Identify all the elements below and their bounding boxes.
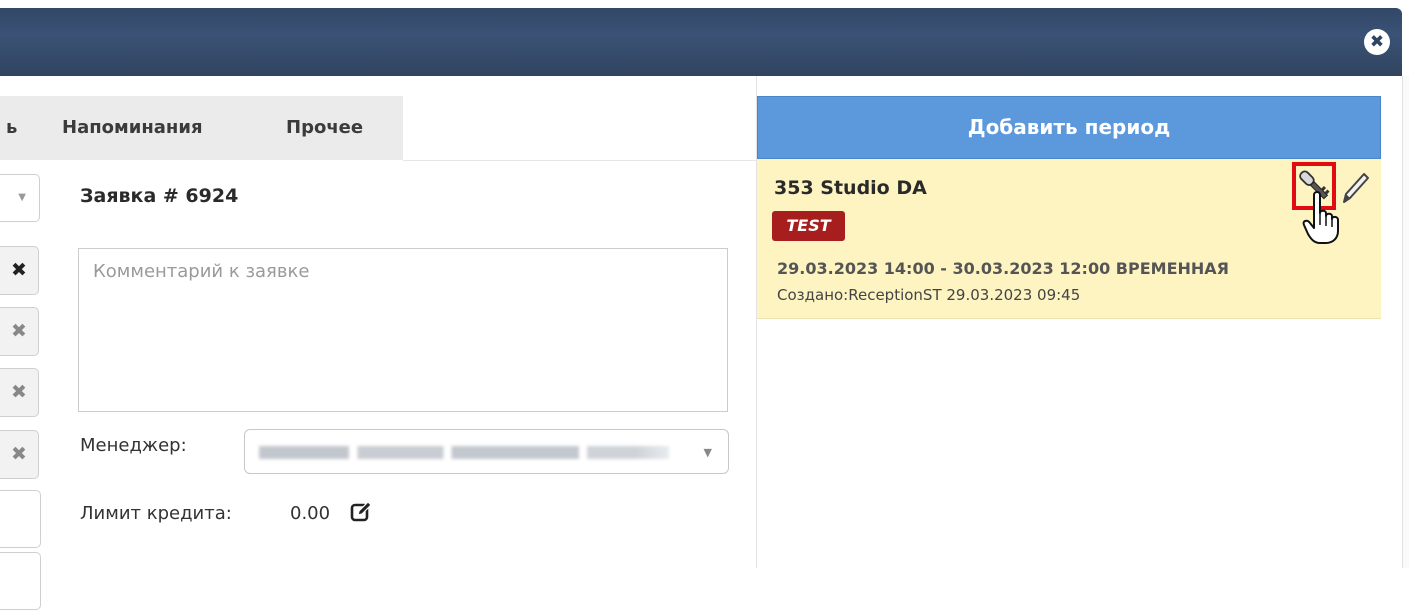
request-panel: ь Напоминания Прочее ▼ ✖ ✖ ✖ ✖ Заявка # … — [0, 76, 757, 610]
tab-divider — [403, 160, 756, 161]
remove-button[interactable]: ✖ — [0, 307, 39, 356]
add-period-button[interactable]: Добавить период — [757, 96, 1381, 159]
credit-limit-value: 0.00 — [290, 503, 331, 524]
period-card[interactable]: 353 Studio DA TEST 29.03.2023 14:00 - 30… — [757, 159, 1381, 319]
period-room-name: 353 Studio DA — [774, 177, 927, 199]
manager-select[interactable]: ▼ — [244, 429, 729, 474]
remove-button[interactable]: ✖ — [0, 430, 39, 479]
left-select-stub[interactable]: ▼ — [0, 174, 40, 222]
remove-button[interactable]: ✖ — [0, 246, 39, 295]
period-dates: 29.03.2023 14:00 - 30.03.2023 12:00 ВРЕМ… — [777, 259, 1229, 278]
manager-label: Менеджер: — [80, 435, 187, 456]
manager-value-blurred — [259, 446, 669, 459]
request-comment-input[interactable] — [78, 248, 728, 412]
period-created-info: Создано:ReceptionST 29.03.2023 09:45 — [777, 286, 1081, 304]
close-icon[interactable]: ✖ — [1364, 29, 1390, 55]
chevron-down-icon: ▼ — [703, 446, 712, 459]
credit-limit-label: Лимит кредита: — [80, 503, 232, 524]
tab-bar: ь Напоминания Прочее — [0, 96, 403, 160]
tab-reminders[interactable]: Напоминания — [62, 96, 203, 160]
request-title: Заявка # 6924 — [80, 185, 239, 207]
edit-icon[interactable] — [350, 501, 372, 523]
left-field-stub[interactable] — [0, 490, 41, 548]
test-badge: TEST — [772, 211, 845, 241]
key-icon[interactable] — [1292, 162, 1336, 210]
tab-other[interactable]: Прочее — [286, 96, 363, 160]
tab-partial[interactable]: ь — [6, 96, 17, 160]
chevron-down-icon: ▼ — [18, 192, 26, 203]
left-field-stub[interactable] — [0, 552, 41, 610]
dialog-right-edge — [1402, 76, 1409, 568]
pencil-icon[interactable] — [1338, 169, 1372, 207]
dialog-titlebar: ✖ — [0, 8, 1402, 76]
remove-button[interactable]: ✖ — [0, 368, 39, 417]
